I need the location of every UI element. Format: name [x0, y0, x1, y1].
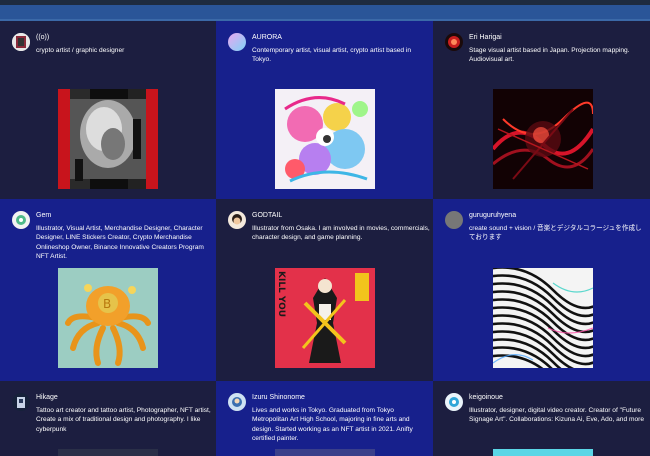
artist-card[interactable]: Izuru Shinonome Lives and works in Tokyo… — [216, 381, 433, 456]
svg-text:B: B — [103, 297, 111, 311]
artwork-image[interactable] — [58, 89, 158, 189]
artist-description: Illustrator, Visual Artist, Merchandise … — [36, 225, 204, 261]
artist-card[interactable]: GODTAIL Illustrator from Osaka. I am inv… — [216, 199, 433, 381]
avatar — [445, 393, 463, 411]
artist-card[interactable]: Hikage Tattoo art creator and tattoo art… — [0, 381, 216, 456]
artist-grid: ((o)) crypto artist / graphic designer A… — [0, 21, 650, 456]
artist-description: crypto artist / graphic designer — [36, 47, 125, 54]
artwork-image[interactable] — [493, 268, 593, 368]
artist-name[interactable]: Gem — [36, 212, 51, 219]
artist-name[interactable]: keigoinoue — [469, 394, 503, 401]
artwork-image[interactable] — [58, 449, 158, 456]
artist-card[interactable]: guruguruhyena create sound + vision / 音楽… — [433, 199, 650, 381]
avatar — [445, 211, 463, 229]
avatar — [228, 33, 246, 51]
avatar — [12, 211, 30, 229]
avatar — [12, 33, 30, 51]
artist-card[interactable]: Gem Illustrator, Visual Artist, Merchand… — [0, 199, 216, 381]
artist-description: Contemporary artist, visual artist, cryp… — [252, 47, 412, 64]
top-bar — [0, 5, 650, 19]
avatar — [445, 33, 463, 51]
artist-name[interactable]: Izuru Shinonome — [252, 394, 305, 401]
artist-card[interactable]: Eri Harigai Stage visual artist based in… — [433, 21, 650, 199]
artist-description: Tattoo art creator and tattoo artist, Ph… — [36, 407, 211, 433]
artist-name[interactable]: ((o)) — [36, 34, 49, 41]
artwork-image[interactable] — [275, 449, 375, 456]
artist-description: Illustrator from Osaka. I am involved in… — [252, 225, 430, 242]
artist-card[interactable]: ((o)) crypto artist / graphic designer — [0, 21, 216, 199]
artist-description: create sound + vision / 音楽とデジタルコラージュを作成し… — [469, 225, 642, 242]
artist-name[interactable]: Eri Harigai — [469, 34, 502, 41]
artist-card[interactable]: AURORA Contemporary artist, visual artis… — [216, 21, 433, 199]
artwork-image[interactable]: KILL YOU — [275, 268, 375, 368]
artist-description: Illustrator, designer, digital video cre… — [469, 407, 644, 424]
avatar — [228, 393, 246, 411]
artist-name[interactable]: AURORA — [252, 34, 282, 41]
artist-name[interactable]: guruguruhyena — [469, 212, 516, 219]
avatar — [228, 211, 246, 229]
artist-name[interactable]: GODTAIL — [252, 212, 282, 219]
artist-name[interactable]: Hikage — [36, 394, 58, 401]
avatar — [12, 393, 30, 411]
artist-description: Stage visual artist based in Japan. Proj… — [469, 47, 630, 64]
artwork-image[interactable] — [275, 89, 375, 189]
artist-description: Lives and works in Tokyo. Graduated from… — [252, 407, 413, 443]
artist-card[interactable]: keigoinoue Illustrator, designer, digita… — [433, 381, 650, 456]
artwork-image[interactable] — [493, 449, 593, 456]
artwork-image[interactable] — [493, 89, 593, 189]
artwork-image[interactable]: B — [58, 268, 158, 368]
artwork-text: KILL YOU — [276, 271, 286, 317]
